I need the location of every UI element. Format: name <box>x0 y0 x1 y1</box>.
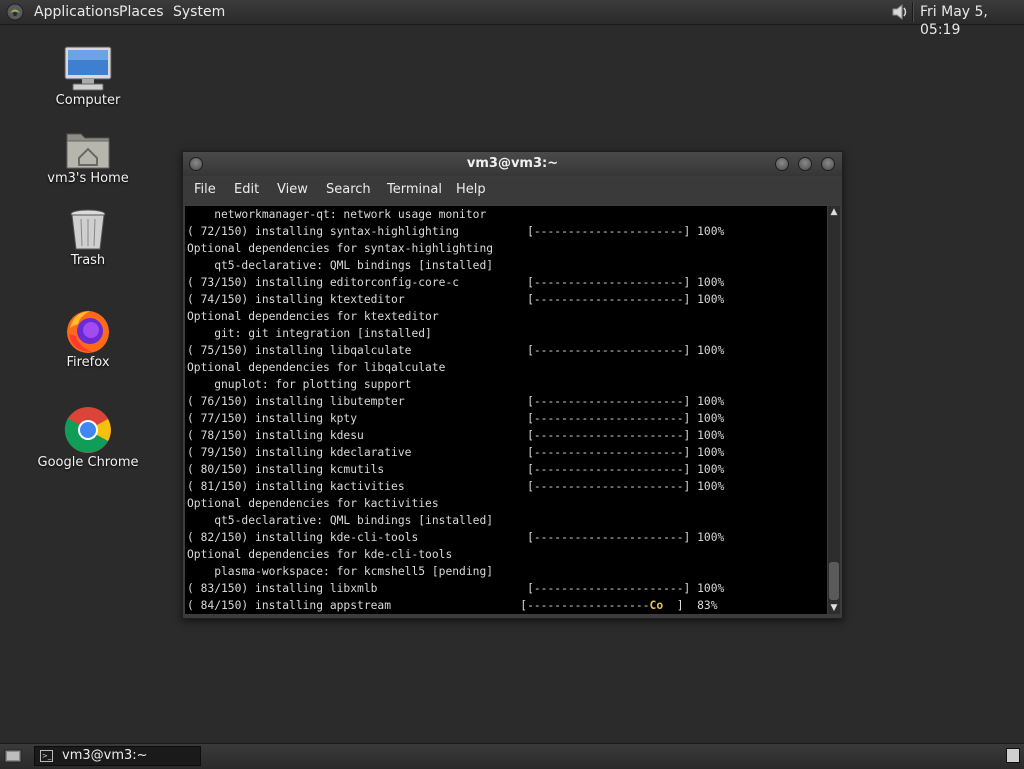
terminal-line: plasma-workspace: for kcmshell5 [pending… <box>187 565 494 578</box>
top-panel: Applications Places System Fri May 5, 05… <box>0 0 1024 38</box>
home-folder-icon <box>66 133 110 169</box>
minimize-icon[interactable] <box>775 157 789 171</box>
close-icon[interactable] <box>821 157 835 171</box>
menu-applications[interactable]: Applications <box>34 3 120 21</box>
terminal-line: ( 79/150) installing kdeclarative [-----… <box>187 446 725 459</box>
menu-system[interactable]: System <box>173 3 225 21</box>
desktop-icon-firefox[interactable]: Firefox <box>33 308 143 370</box>
terminal-line: ( 80/150) installing kcmutils [---------… <box>187 463 725 476</box>
terminal-line: ( 74/150) installing ktexteditor [------… <box>187 293 725 306</box>
desktop-icon-label: Trash <box>70 253 106 268</box>
desktop-icon-computer[interactable]: Computer <box>33 46 143 108</box>
terminal-line: ( 72/150) installing syntax-highlighting… <box>187 225 725 238</box>
taskbar-item-terminal[interactable]: >_ vm3@vm3:~ <box>34 746 201 766</box>
terminal-line: ( 81/150) installing kactivities [------… <box>187 480 725 493</box>
terminal-line: qt5-declarative: QML bindings [installed… <box>187 259 494 272</box>
terminal-line: Optional dependencies for kactivities <box>187 497 439 510</box>
terminal-line: ( 83/150) installing libxmlb [----------… <box>187 582 725 595</box>
menu-places[interactable]: Places <box>119 3 164 21</box>
terminal-window[interactable]: vm3@vm3:~ File Edit View Search Terminal… <box>182 151 843 619</box>
scroll-up-icon[interactable]: ▲ <box>828 206 840 218</box>
terminal-line: ( 78/150) installing kdesu [------------… <box>187 429 725 442</box>
terminal-line: ( 73/150) installing editorconfig-core-c… <box>187 276 725 289</box>
taskbar-item-label: vm3@vm3:~ <box>62 748 148 763</box>
desktop-icon-label: Firefox <box>66 355 110 370</box>
maximize-icon[interactable] <box>798 157 812 171</box>
terminal-scrollbar[interactable]: ▲ ▼ <box>828 206 840 614</box>
menu-view[interactable]: View <box>277 177 308 203</box>
chrome-icon <box>64 407 111 453</box>
terminal-line: Optional dependencies for syntax-highlig… <box>187 242 494 255</box>
desktop-icon-label: vm3's Home <box>47 171 129 186</box>
desktop-icon-label: Computer <box>55 93 121 108</box>
terminal-line: networkmanager-qt: network usage monitor <box>187 208 487 221</box>
progress-suffix: ] 83% <box>663 599 718 612</box>
terminal-menubar: File Edit View Search Terminal Help <box>183 177 842 205</box>
menu-file[interactable]: File <box>194 177 216 203</box>
panel-separator <box>912 2 914 22</box>
terminal-line: Optional dependencies for ktexteditor <box>187 310 439 323</box>
desktop-icon-chrome[interactable]: Google Chrome <box>33 406 143 470</box>
terminal-line: ( 82/150) installing kde-cli-tools [----… <box>187 531 725 544</box>
desktop-icon-trash[interactable]: Trash <box>33 208 143 268</box>
terminal-line: Optional dependencies for kde-cli-tools <box>187 548 453 561</box>
terminal-text: networkmanager-qt: network usage monitor… <box>185 206 827 614</box>
menu-edit[interactable]: Edit <box>234 177 259 203</box>
show-desktop-icon[interactable] <box>4 748 22 764</box>
terminal-line: ( 75/150) installing libqalculate [-----… <box>187 344 725 357</box>
scroll-down-icon[interactable]: ▼ <box>828 602 840 614</box>
window-titlebar[interactable]: vm3@vm3:~ <box>183 152 842 176</box>
terminal-icon: >_ <box>40 750 53 762</box>
bottom-panel: >_ vm3@vm3:~ <box>0 743 1024 769</box>
terminal-line: git: git integration [installed] <box>187 327 432 340</box>
terminal-line: Optional dependencies for libqalculate <box>187 361 446 374</box>
window-title: vm3@vm3:~ <box>466 156 559 171</box>
terminal-line: gnuplot: for plotting support <box>187 378 412 391</box>
desktop-icon-label: Google Chrome <box>37 455 139 470</box>
terminal-line-current: ( 84/150) installing appstream [--------… <box>187 599 718 612</box>
progress-prefix: ( 84/150) installing appstream [--------… <box>187 599 650 612</box>
firefox-icon <box>67 311 109 353</box>
workspace-switcher-icon[interactable] <box>1006 748 1020 763</box>
computer-icon <box>64 46 112 91</box>
desktop-icon-home[interactable]: vm3's Home <box>33 128 143 186</box>
terminal-line: ( 76/150) installing libutempter [------… <box>187 395 725 408</box>
menu-search[interactable]: Search <box>326 177 371 203</box>
terminal-line: qt5-declarative: QML bindings [installed… <box>187 514 494 527</box>
menu-help[interactable]: Help <box>456 177 486 203</box>
terminal-line: ( 77/150) installing kpty [-------------… <box>187 412 725 425</box>
menu-terminal[interactable]: Terminal <box>387 177 442 203</box>
trash-icon <box>70 209 106 250</box>
mate-logo-icon[interactable] <box>6 3 24 21</box>
speaker-icon[interactable] <box>890 2 910 22</box>
terminal-output[interactable]: networkmanager-qt: network usage monitor… <box>185 206 827 614</box>
clock[interactable]: Fri May 5, 05:19 <box>920 3 1024 39</box>
scrollbar-thumb[interactable] <box>829 562 839 600</box>
